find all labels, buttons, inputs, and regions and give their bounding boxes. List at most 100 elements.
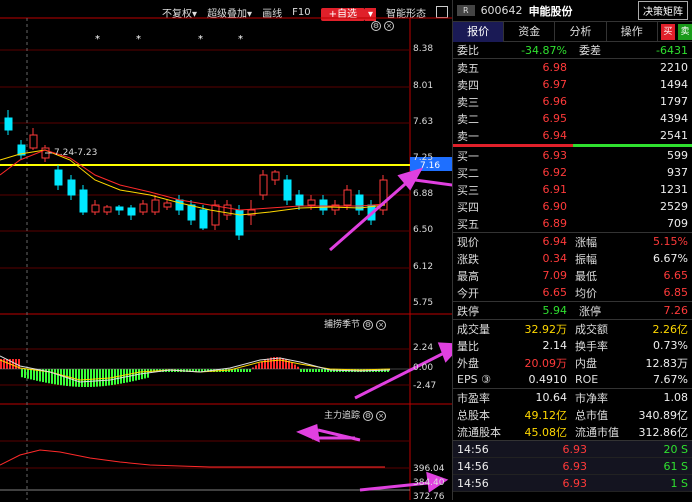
tick-time: 14:56: [457, 442, 489, 456]
sell-level-label: 卖一: [457, 129, 479, 143]
stat-label: 今开: [457, 286, 479, 300]
panel3-header: 主力追踪 ⚙ ×: [324, 408, 387, 421]
candle-body: [151, 199, 160, 213]
candle-body: [163, 202, 172, 208]
quote-tabs: 报价 资金 分析 操作 买 卖: [453, 21, 692, 42]
stat-row: 流通股本 45.08亿 流通市值 312.86亿: [453, 423, 692, 440]
macd-bar: [102, 369, 104, 387]
decision-matrix-button[interactable]: 决策矩阵: [638, 1, 688, 20]
tick-row: 14:56 6.93 1 S: [453, 475, 692, 492]
sell-row[interactable]: 卖四 6.97 1494: [453, 76, 692, 93]
macd-bar: [24, 369, 26, 378]
sell-row[interactable]: 卖五 6.98 2210: [453, 59, 692, 76]
buy-volume: 599: [667, 149, 688, 162]
buy-volume: 2529: [660, 200, 688, 213]
macd-bar: [282, 358, 284, 369]
close-icon[interactable]: ×: [376, 320, 387, 330]
stat-value: 0.34: [542, 252, 568, 265]
weibi-row: 委比 -34.87% 委差 -6431: [453, 42, 692, 59]
sell-level-label: 卖二: [457, 112, 479, 126]
stat-value: 340.89亿: [638, 408, 689, 422]
stat-value: 10.64: [535, 391, 568, 404]
candle-body: [259, 174, 268, 196]
buy-row[interactable]: 买一 6.93 599: [453, 147, 692, 164]
candle-body: [211, 204, 220, 226]
tab-funds[interactable]: 资金: [504, 21, 556, 42]
tick-price: 6.93: [562, 476, 588, 490]
macd-bar: [54, 369, 56, 385]
settings-icon[interactable]: ⚙: [363, 411, 374, 421]
macd-bar: [237, 369, 239, 372]
stat-row: 量比 2.14 换手率 0.73%: [453, 337, 692, 354]
macd-bar: [93, 369, 95, 387]
buy-row[interactable]: 买四 6.90 2529: [453, 198, 692, 215]
buy-row[interactable]: 买三 6.91 1231: [453, 181, 692, 198]
sell-row[interactable]: 卖三 6.96 1797: [453, 93, 692, 110]
macd-bar: [315, 369, 317, 372]
main-panel-controls[interactable]: ⚙ ×: [368, 21, 394, 31]
candle-body: [139, 203, 148, 213]
event-stars: * * * *: [95, 34, 243, 45]
candle-body: [187, 204, 196, 221]
limit-down-label: 跌停: [457, 304, 479, 318]
price-axis-label: 6.88: [413, 189, 434, 199]
tab-quote[interactable]: 报价: [453, 21, 505, 42]
volume-stats: 成交量 32.92万 成交额 2.26亿 量比 2.14 换手率 0.73% 外盘 20.09万内…: [453, 320, 692, 388]
sell-row[interactable]: 卖一 6.94 2541: [453, 127, 692, 144]
sell-price: 6.98: [542, 61, 568, 74]
buy-level-label: 买三: [457, 183, 479, 197]
sell-button[interactable]: 卖: [677, 23, 692, 40]
buy-row[interactable]: 买五 6.89 709: [453, 215, 692, 232]
stock-code: 600642: [480, 4, 523, 17]
stat-label: 振幅: [575, 252, 597, 266]
stat-value: 6.85: [663, 286, 689, 299]
price-stats: 现价 6.94 涨幅 5.15% 涨跌 0.34 振幅 6.67% 最高 7.09 最低 6.65 今开…: [453, 233, 692, 301]
stat-value: 45.08亿: [524, 425, 568, 439]
macd-bar: [306, 369, 308, 372]
stat-label: 市净率: [575, 391, 608, 405]
sell-price: 6.97: [542, 78, 568, 91]
stat-value: 12.83万: [645, 356, 689, 370]
panel3-axis-label: 384.40: [413, 478, 445, 488]
sell-volume: 2541: [660, 129, 688, 142]
tick-list: 14:56 6.93 20 S 14:56 6.93 61 S 14:56 6.93 1 S: [453, 441, 692, 492]
tab-operation[interactable]: 操作: [607, 21, 658, 42]
sell-volume: 1494: [660, 78, 688, 91]
limit-row: 跌停 5.94 涨停 7.26: [453, 302, 692, 319]
price-axis-label: 7.25: [413, 153, 434, 163]
candle-body: [127, 207, 136, 216]
stat-row: 今开 6.65 均价 6.85: [453, 284, 692, 301]
stat-value: 0.73%: [653, 339, 688, 352]
kline-chart-area[interactable]: 不复权▾ 超级叠加▾ 画线 F10 +自选 ▾ 智能形态 * * * * 7.2…: [0, 0, 452, 502]
macd-bar: [279, 357, 281, 369]
buy-button[interactable]: 买: [660, 23, 675, 40]
sell-volume: 4394: [660, 112, 688, 125]
stat-value: 7.67%: [653, 373, 688, 386]
buy-level-label: 买四: [457, 200, 479, 214]
tab-analysis[interactable]: 分析: [555, 21, 607, 42]
stat-value: 6.65: [663, 269, 689, 282]
sell-row[interactable]: 卖二 6.95 4394: [453, 110, 692, 127]
macd-bar: [87, 369, 89, 387]
valuation-stats: 市盈率 10.64 市净率 1.08 总股本 49.12亿 总市值 340.89亿 流通股本 45…: [453, 389, 692, 440]
stat-value: 49.12亿: [524, 408, 568, 422]
macd-bar: [90, 369, 92, 387]
stat-value: 312.86亿: [638, 425, 689, 439]
stat-value: 32.92万: [524, 322, 568, 336]
macd-bar: [255, 365, 257, 369]
stat-label: 均价: [575, 286, 597, 300]
buy-price: 6.89: [542, 217, 568, 230]
macd-bar: [30, 369, 32, 380]
buy-row[interactable]: 买二 6.92 937: [453, 164, 692, 181]
stat-label: 最高: [457, 269, 479, 283]
sell-volume: 2210: [660, 61, 688, 74]
close-icon[interactable]: ×: [376, 411, 387, 421]
settings-icon[interactable]: ⚙: [363, 320, 374, 330]
stat-label: 成交量: [457, 322, 490, 336]
candle-body: [103, 206, 112, 213]
macd-bar: [12, 359, 14, 369]
macd-bar: [27, 369, 29, 379]
limit-up-value: 7.26: [663, 304, 689, 317]
stat-value: 6.65: [542, 286, 568, 299]
buy-price: 6.92: [542, 166, 568, 179]
